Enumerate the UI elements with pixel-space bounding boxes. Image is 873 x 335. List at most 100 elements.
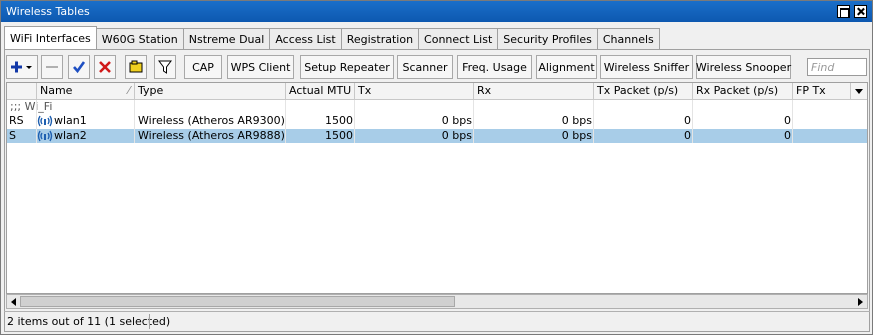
dropdown-arrow-icon [855,89,863,94]
scrollbar-thumb[interactable] [20,296,455,307]
col-fp-tx[interactable]: FP Tx [793,83,851,100]
tab-label: W60G Station [101,32,178,46]
row-type: Wireless (Atheros AR9888) [138,129,284,142]
row-tx-packet: 0 [684,129,691,142]
row-tx: 0 bps [441,129,472,142]
row-mtu: 1500 [325,129,353,142]
comment-icon [129,60,143,73]
column-menu-button[interactable] [851,83,867,100]
tab-nstreme-dual[interactable]: Nstreme Dual [182,28,271,49]
sort-icon: ⁄ [128,84,130,97]
tab-access-list[interactable]: Access List [269,28,342,49]
maximize-icon[interactable] [837,5,850,18]
wireless-snooper-button[interactable]: Wireless Snooper [696,55,791,79]
table-header: Name ⁄ Type Actual MTU Tx Rx Tx Packet (p… [7,83,867,100]
column-divider [593,100,594,143]
row-rx: 0 bps [561,129,592,142]
freq-usage-button[interactable]: Freq. Usage [457,55,532,79]
column-divider [134,100,135,143]
cap-button[interactable]: CAP [184,55,222,79]
tab-bar: WiFi Interfaces W60G Station Nstreme Dua… [4,26,660,49]
add-icon [11,61,32,73]
scroll-right-icon[interactable] [856,297,865,307]
col-tx[interactable]: Tx [355,83,474,100]
filter-icon [158,60,172,74]
disable-x-icon [99,61,111,73]
row-mtu: 1500 [325,114,353,127]
remove-button[interactable] [41,55,63,79]
wireless-interface-icon [37,129,53,143]
row-flags: S [9,129,16,142]
disable-button[interactable] [94,55,116,79]
col-name-label: Name [40,84,73,97]
tab-w60g-station[interactable]: W60G Station [95,28,184,49]
window-title: Wireless Tables [6,5,90,18]
scanner-label: Scanner [402,60,448,74]
wireless-interface-icon [37,114,53,128]
col-type[interactable]: Type [135,83,286,100]
table-row-selected[interactable]: S wlan2 Wireless (Atheros AR9888) 1500 0… [7,129,867,143]
row-name: wlan2 [54,129,87,142]
column-divider [792,100,793,143]
col-name[interactable]: Name ⁄ [37,83,135,100]
title-bar[interactable]: Wireless Tables [1,1,872,22]
alignment-button[interactable]: Alignment [536,55,597,79]
filter-button[interactable] [154,55,176,79]
col-rx-packet[interactable]: Rx Packet (p/s) [693,83,793,100]
scanner-button[interactable]: Scanner [397,55,453,79]
status-bar: 2 items out of 11 (1 selected) [4,311,870,330]
cap-label: CAP [192,60,214,74]
enable-button[interactable] [68,55,90,79]
freq-usage-label: Freq. Usage [462,60,527,74]
setup-repeater-button[interactable]: Setup Repeater [300,55,394,79]
tab-label: Access List [275,32,336,46]
row-tx-packet: 0 [684,114,691,127]
row-fp-tx [793,129,851,143]
comment-text: ;;; Wi_Fi [10,100,53,113]
row-rx: 0 bps [561,114,592,127]
comment-button[interactable] [125,55,147,79]
column-divider [473,100,474,143]
col-rx[interactable]: Rx [474,83,594,100]
tab-label: Connect List [424,32,493,46]
check-icon [73,61,86,74]
tab-security-profiles[interactable]: Security Profiles [497,28,598,49]
tab-connect-list[interactable]: Connect List [418,28,499,49]
wps-client-button[interactable]: WPS Client [227,55,294,79]
wireless-tables-window: Wireless Tables WiFi Interfaces W60G Sta… [0,0,873,335]
scroll-left-icon[interactable] [9,297,18,307]
column-divider [36,100,37,143]
status-text: 2 items out of 11 (1 selected) [7,314,171,328]
row-fp-tx [793,114,851,128]
column-divider [285,100,286,143]
col-tx-packet[interactable]: Tx Packet (p/s) [594,83,693,100]
add-button[interactable] [6,55,38,79]
row-type: Wireless (Atheros AR9300) [138,114,284,127]
row-rx-packet: 0 [784,129,791,142]
horizontal-scrollbar[interactable] [6,294,868,309]
interfaces-table: Name ⁄ Type Actual MTU Tx Rx Tx Packet (p… [6,82,868,294]
row-name: wlan1 [54,114,87,127]
tab-label: WiFi Interfaces [10,31,91,45]
tab-label: Nstreme Dual [188,32,265,46]
tab-wifi-interfaces[interactable]: WiFi Interfaces [4,26,97,49]
find-input[interactable]: Find [807,58,867,76]
wps-client-label: WPS Client [230,60,291,74]
wireless-sniffer-button[interactable]: Wireless Sniffer [600,55,693,79]
row-flags: RS [9,114,24,127]
table-row[interactable]: RS wlan1 Wireless (Atheros AR9300) 1500 … [7,114,867,128]
tab-label: Channels [602,32,654,46]
setup-repeater-label: Setup Repeater [304,60,390,74]
tab-channels[interactable]: Channels [596,28,660,49]
col-flags[interactable] [7,83,37,100]
row-rx-packet: 0 [784,114,791,127]
tab-registration[interactable]: Registration [340,28,420,49]
close-icon[interactable] [854,5,867,18]
wireless-sniffer-label: Wireless Sniffer [603,60,690,74]
tab-label: Registration [346,32,414,46]
col-actual-mtu[interactable]: Actual MTU [286,83,355,100]
column-divider [354,100,355,143]
comment-row[interactable]: ;;; Wi_Fi [7,100,867,114]
status-divider [149,314,150,329]
tab-label: Security Profiles [503,32,592,46]
